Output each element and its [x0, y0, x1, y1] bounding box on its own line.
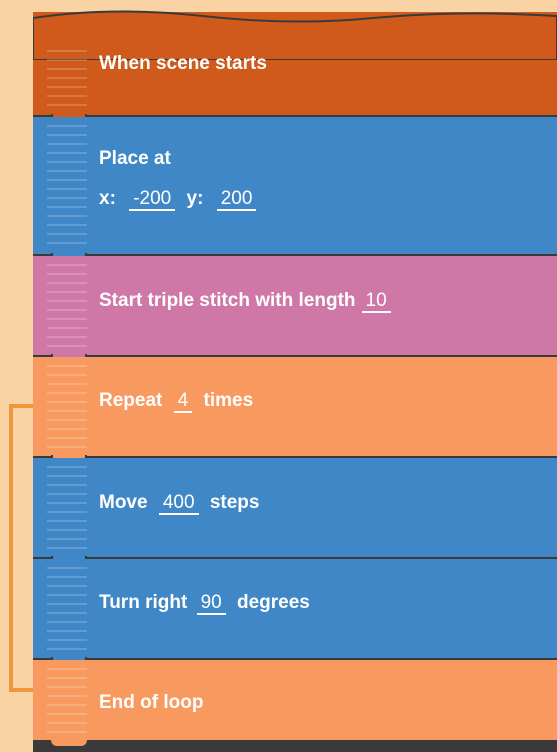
repeat-count-input[interactable]: 4: [173, 391, 193, 413]
block-label: Start triple stitch with length: [99, 290, 356, 311]
length-value-input[interactable]: 10: [361, 291, 391, 313]
when-scene-starts-block[interactable]: When scene starts: [33, 10, 557, 122]
block-label: Place at: [99, 148, 171, 169]
next-block-edge: [33, 740, 557, 752]
end-of-loop-block[interactable]: End of loop: [33, 660, 557, 752]
move-block[interactable]: Move 400 steps: [33, 458, 557, 564]
x-label: x:: [99, 188, 116, 209]
drag-handle-icon[interactable]: [47, 466, 87, 549]
drag-handle-icon[interactable]: [47, 125, 87, 246]
move-suffix: steps: [209, 492, 260, 513]
drag-handle-icon[interactable]: [47, 567, 87, 650]
drag-handle-icon[interactable]: [47, 365, 87, 448]
turn-suffix: degrees: [237, 592, 310, 613]
repeat-row: Repeat 4 times: [99, 389, 253, 413]
block-label: When scene starts: [99, 53, 267, 74]
code-block-stack: When scene starts Place at x: -200 y: 20…: [33, 10, 557, 752]
move-prefix: Move: [99, 492, 148, 513]
turn-right-block[interactable]: Turn right 90 degrees: [33, 559, 557, 665]
drag-handle-icon[interactable]: [47, 264, 87, 347]
x-value-input[interactable]: -200: [129, 189, 176, 211]
turn-row: Turn right 90 degrees: [99, 591, 310, 615]
triple-stitch-row: Start triple stitch with length 10: [99, 289, 393, 313]
triple-stitch-block[interactable]: Start triple stitch with length 10: [33, 256, 557, 362]
repeat-prefix: Repeat: [99, 390, 163, 411]
y-label: y:: [186, 188, 204, 209]
place-at-block[interactable]: Place at x: -200 y: 200: [33, 117, 557, 261]
block-label: End of loop: [99, 692, 204, 713]
coordinates-row: x: -200 y: 200: [99, 187, 258, 211]
steps-value-input[interactable]: 400: [158, 493, 199, 515]
degrees-value-input[interactable]: 90: [196, 593, 226, 615]
y-value-input[interactable]: 200: [216, 189, 257, 211]
turn-prefix: Turn right: [99, 592, 188, 613]
repeat-suffix: times: [203, 390, 254, 411]
block-connector: [51, 740, 87, 746]
drag-handle-icon[interactable]: [47, 50, 87, 107]
drag-handle-icon[interactable]: [47, 668, 87, 744]
move-row: Move 400 steps: [99, 491, 259, 515]
repeat-block[interactable]: Repeat 4 times: [33, 357, 557, 463]
